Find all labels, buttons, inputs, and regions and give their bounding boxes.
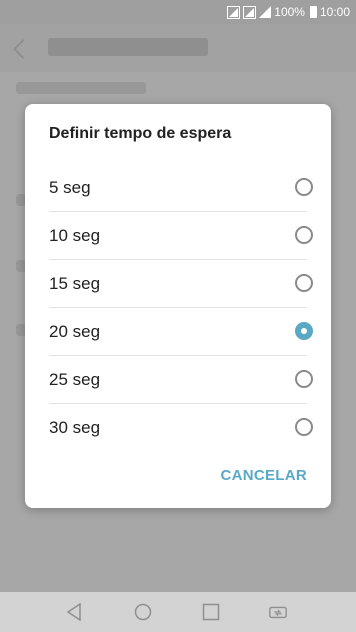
signal-sim1-icon	[227, 5, 241, 19]
background-text-line	[16, 82, 146, 94]
battery-icon	[309, 6, 317, 18]
signal-strength-icon	[259, 6, 272, 18]
radio-button[interactable]	[295, 274, 313, 292]
dialog-title: Definir tempo de espera	[49, 125, 232, 142]
option-label: 5 seg	[49, 178, 91, 197]
background-back-icon	[13, 39, 33, 59]
radio-button[interactable]	[295, 370, 313, 388]
cancel-button[interactable]: CANCELAR	[220, 467, 307, 484]
option-label: 25 seg	[49, 370, 101, 389]
option-15-seg[interactable]: 15 seg	[49, 260, 313, 308]
status-icons: 100% 10:00	[227, 5, 350, 19]
radio-button[interactable]	[295, 418, 313, 436]
home-icon[interactable]	[133, 602, 153, 622]
clock: 10:00	[319, 5, 350, 19]
background-toolbar	[0, 24, 356, 72]
option-30-seg[interactable]: 30 seg	[49, 404, 313, 452]
background-title	[48, 38, 208, 56]
radio-button[interactable]	[295, 178, 313, 196]
radio-button-selected[interactable]	[295, 322, 313, 340]
option-label: 20 seg	[49, 322, 101, 341]
option-20-seg[interactable]: 20 seg	[49, 308, 313, 356]
option-label: 15 seg	[49, 274, 101, 293]
recent-apps-icon[interactable]	[201, 602, 221, 622]
radio-button[interactable]	[295, 226, 313, 244]
navigation-bar	[0, 592, 356, 632]
status-bar: 100% 10:00	[0, 0, 356, 24]
option-25-seg[interactable]: 25 seg	[49, 356, 313, 404]
option-label: 30 seg	[49, 418, 101, 437]
option-5-seg[interactable]: 5 seg	[49, 164, 313, 212]
switch-sim-icon[interactable]	[268, 602, 288, 622]
option-10-seg[interactable]: 10 seg	[49, 212, 313, 260]
timeout-dialog: Definir tempo de espera 5 seg 10 seg 15 …	[25, 104, 331, 508]
back-icon[interactable]	[64, 602, 84, 622]
options-list: 5 seg 10 seg 15 seg 20 seg 25 seg 30 seg	[25, 164, 331, 452]
battery-percent: 100%	[274, 5, 305, 19]
signal-sim2-icon	[243, 5, 257, 19]
option-label: 10 seg	[49, 226, 101, 245]
